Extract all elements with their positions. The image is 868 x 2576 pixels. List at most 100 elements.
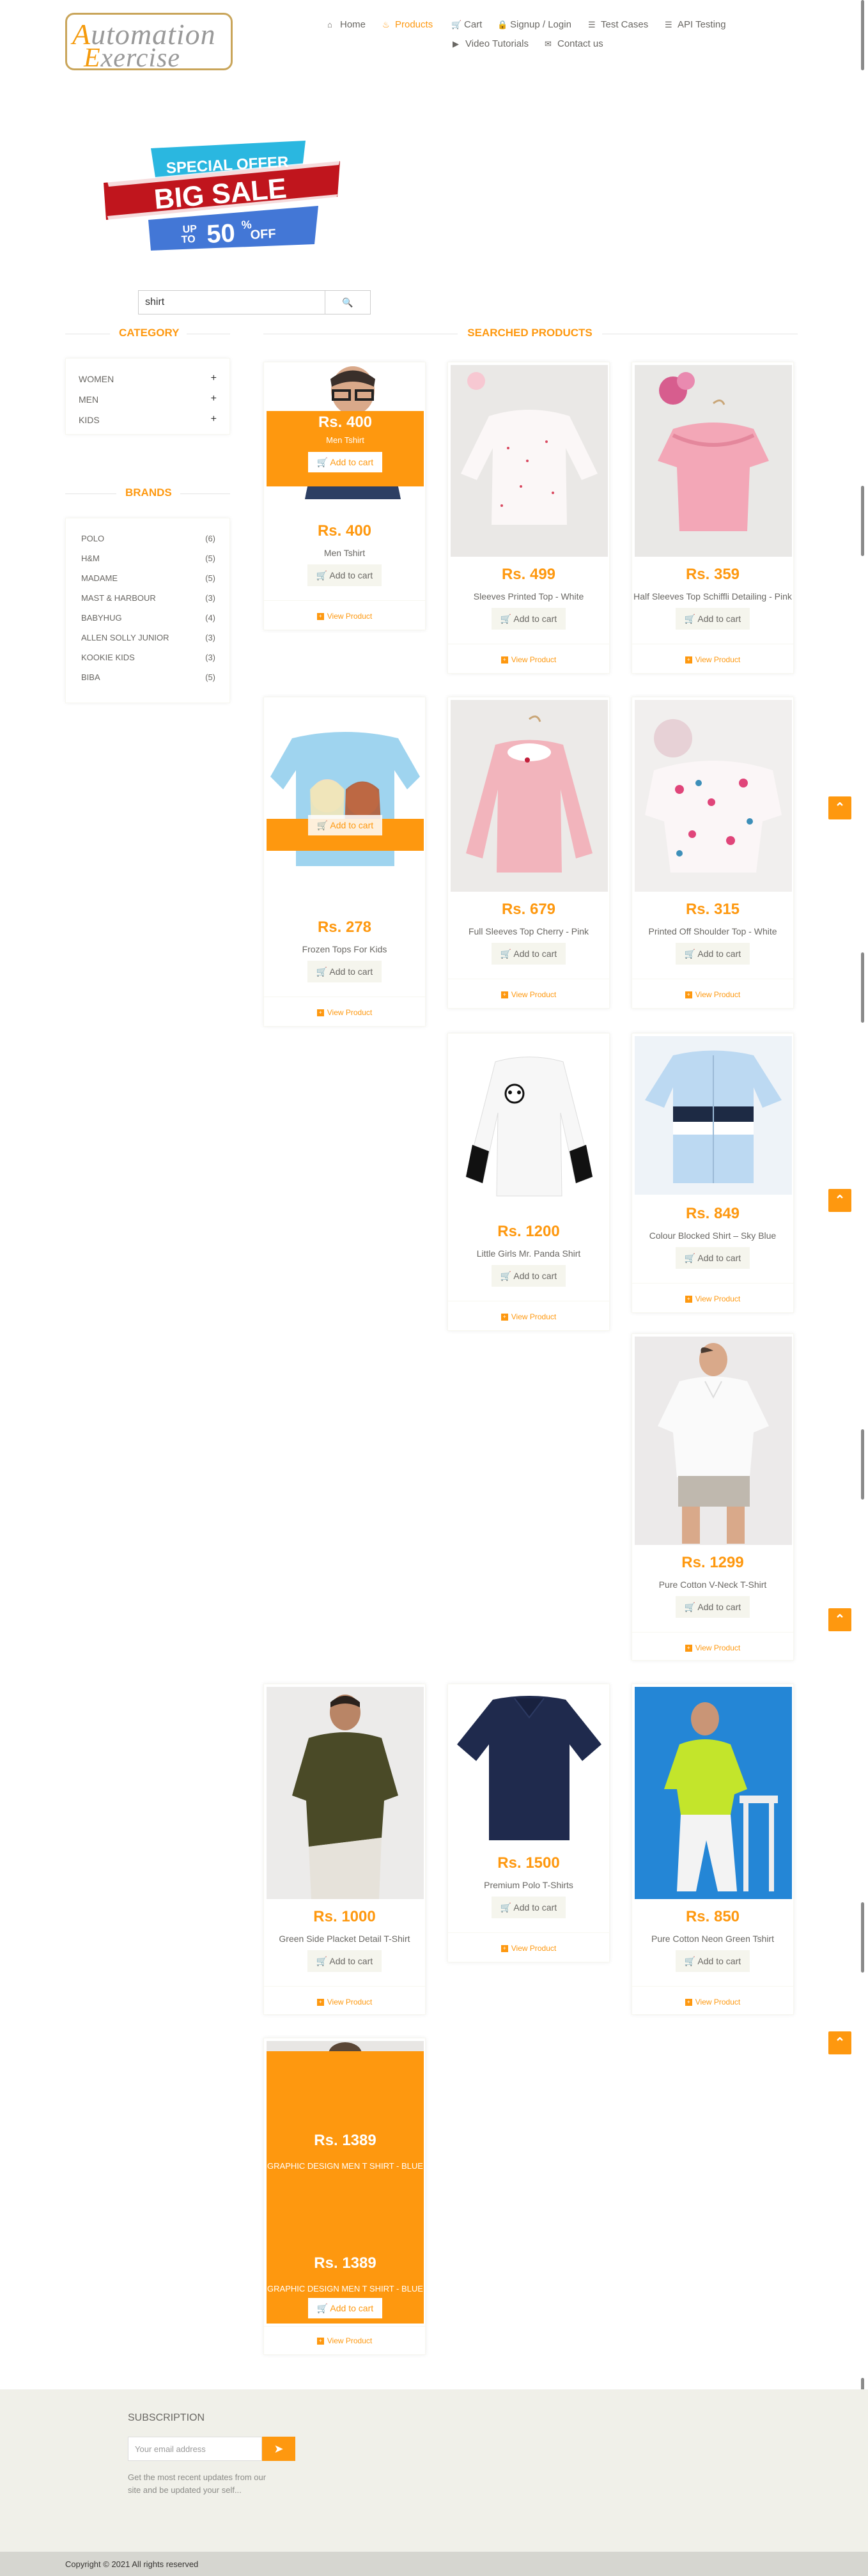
product-card: Rs. 850 Pure Cotton Neon Green Tshirt 🛒 …: [632, 1684, 794, 2015]
view-product-link[interactable]: + View Product: [632, 1643, 793, 1652]
view-product-link[interactable]: + View Product: [632, 1294, 793, 1303]
view-product-link[interactable]: + View Product: [632, 1998, 793, 2006]
plus-square-icon: +: [500, 656, 508, 664]
add-to-cart-button[interactable]: 🛒 Add to cart: [492, 1897, 566, 1918]
plus-icon[interactable]: +: [211, 373, 217, 384]
overlay-add-to-cart-button[interactable]: 🛒 Add to cart: [308, 452, 382, 472]
site-logo[interactable]: Automation Exercise: [65, 13, 233, 73]
overlay-add-to-cart-button[interactable]: 🛒 Add to cart: [308, 2298, 382, 2318]
cart-icon: 🛒: [684, 614, 698, 624]
card-divider: [264, 2326, 425, 2327]
subscribe-button[interactable]: ➤: [262, 2437, 295, 2461]
scrollbar-thumb[interactable]: [861, 0, 864, 70]
brand-item-mast-harbour[interactable]: MAST & HARBOUR: [81, 593, 156, 603]
email-input[interactable]: Your email address: [128, 2437, 262, 2461]
product-image[interactable]: [635, 365, 792, 557]
add-to-cart-button[interactable]: 🛒 Add to cart: [676, 1950, 750, 1972]
nav-home[interactable]: ⌂ Home: [327, 19, 366, 30]
product-image[interactable]: [451, 1687, 608, 1847]
product-name: Half Sleeves Top Schiffli Detailing - Pi…: [633, 591, 792, 601]
category-panel: WOMEN + MEN + KIDS +: [65, 358, 230, 435]
envelope-icon: ✉: [545, 39, 552, 49]
overlay-add-to-cart-button[interactable]: 🛒 Add to cart: [308, 815, 382, 835]
category-item-women[interactable]: WOMEN: [79, 374, 114, 384]
scroll-up-button[interactable]: ⌃: [828, 1189, 851, 1212]
category-item-men[interactable]: MEN: [79, 394, 98, 405]
plus-icon[interactable]: +: [211, 393, 217, 405]
product-name: Little Girls Mr. Panda Shirt: [476, 1248, 581, 1259]
add-to-cart-button[interactable]: 🛒 Add to cart: [492, 943, 566, 965]
product-image[interactable]: [267, 700, 424, 892]
add-to-cart-button[interactable]: 🛒 Add to cart: [307, 1950, 382, 1972]
nav-signup-login[interactable]: 🔒 Signup / Login: [497, 19, 571, 30]
scroll-up-button[interactable]: ⌃: [828, 2031, 851, 2054]
card-divider: [632, 1283, 793, 1284]
view-product-link[interactable]: + View Product: [448, 1312, 609, 1321]
nav-video-tutorials[interactable]: ▶ Video Tutorials: [453, 38, 529, 49]
add-to-cart-button[interactable]: 🛒 Add to cart: [676, 608, 750, 630]
product-image[interactable]: [451, 700, 608, 892]
nav-api-testing[interactable]: ☰ API Testing: [665, 19, 726, 30]
add-to-cart-button[interactable]: 🛒 Add to cart: [676, 1596, 750, 1618]
search-button[interactable]: 🔍: [325, 290, 371, 314]
brand-item-babyhug[interactable]: BABYHUG: [81, 613, 122, 623]
brand-item-kookie-kids[interactable]: KOOKIE KIDS: [81, 653, 135, 662]
add-to-cart-button[interactable]: 🛒 Add to cart: [676, 943, 750, 965]
list-icon: ☰: [665, 20, 672, 29]
cart-icon: 🛒: [684, 1602, 698, 1612]
scrollbar-thumb[interactable]: [861, 1902, 864, 1973]
cart-icon: 🛒: [500, 1271, 514, 1281]
brand-item-madame[interactable]: MADAME: [81, 573, 118, 583]
product-image[interactable]: [267, 1687, 424, 1899]
product-image[interactable]: [635, 1036, 792, 1195]
nav-cart[interactable]: 🛒 Cart: [451, 19, 482, 30]
brand-item-biba[interactable]: BIBA: [81, 672, 100, 682]
add-to-cart-button[interactable]: 🛒 Add to cart: [307, 564, 382, 586]
view-product-link[interactable]: + View Product: [448, 655, 609, 664]
scroll-up-button[interactable]: ⌃: [828, 1608, 851, 1631]
product-image[interactable]: [635, 1687, 792, 1899]
card-divider: [448, 1932, 609, 1933]
product-image[interactable]: [451, 1036, 608, 1209]
add-to-cart-button[interactable]: 🛒 Add to cart: [492, 608, 566, 630]
view-product-link[interactable]: + View Product: [448, 1944, 609, 1953]
product-name: Full Sleeves Top Cherry - Pink: [468, 926, 589, 936]
category-item-kids[interactable]: KIDS: [79, 415, 100, 425]
plus-square-icon: +: [316, 2338, 324, 2345]
search-input[interactable]: shirt: [138, 290, 325, 314]
view-product-link[interactable]: + View Product: [264, 1008, 425, 1017]
product-image[interactable]: [635, 1337, 792, 1545]
scrollbar-thumb[interactable]: [861, 486, 864, 556]
brand-item-hm[interactable]: H&M: [81, 554, 100, 563]
brand-item-polo[interactable]: POLO: [81, 534, 104, 543]
add-to-cart-button[interactable]: 🛒 Add to cart: [676, 1247, 750, 1269]
scroll-up-button[interactable]: ⌃: [828, 796, 851, 819]
view-product-link[interactable]: + View Product: [632, 990, 793, 999]
scrollbar-thumb[interactable]: [861, 1429, 864, 1500]
plus-square-icon: +: [316, 613, 324, 621]
view-product-link[interactable]: + View Product: [264, 1998, 425, 2006]
product-price: Rs. 679: [501, 901, 556, 918]
view-product-link[interactable]: + View Product: [632, 655, 793, 664]
plus-icon[interactable]: +: [211, 414, 217, 425]
scrollbar-thumb[interactable]: [861, 952, 864, 1023]
product-card: Rs. 679 Full Sleeves Top Cherry - Pink 🛒…: [447, 697, 610, 1009]
search-icon: 🔍: [342, 297, 353, 307]
product-image[interactable]: [635, 700, 792, 892]
footer-widget: SUBSCRIPTION Your email address ➤ Get th…: [0, 2389, 868, 2552]
brand-count: (3): [205, 653, 215, 662]
product-card: Rs. 1200 Little Girls Mr. Panda Shirt 🛒 …: [447, 1033, 610, 1331]
nav-test-cases[interactable]: ☰ Test Cases: [588, 19, 648, 30]
add-to-cart-button[interactable]: 🛒 Add to cart: [492, 1265, 566, 1287]
view-product-link[interactable]: + View Product: [448, 990, 609, 999]
product-name: Men Tshirt: [323, 548, 366, 558]
nav-contact-us[interactable]: ✉ Contact us: [545, 38, 603, 49]
product-overlay: Rs. 1389 GRAPHIC DESIGN MEN T SHIRT - BL…: [267, 2051, 424, 2324]
view-product-link[interactable]: + View Product: [264, 2336, 425, 2345]
add-to-cart-button[interactable]: 🛒 Add to cart: [307, 961, 382, 982]
product-image[interactable]: [451, 365, 608, 557]
view-product-link[interactable]: + View Product: [264, 612, 425, 621]
brand-item-allen-solly-junior[interactable]: ALLEN SOLLY JUNIOR: [81, 633, 169, 642]
nav-products[interactable]: ♨ Products: [382, 19, 433, 30]
cart-icon: 🛒: [316, 820, 330, 830]
